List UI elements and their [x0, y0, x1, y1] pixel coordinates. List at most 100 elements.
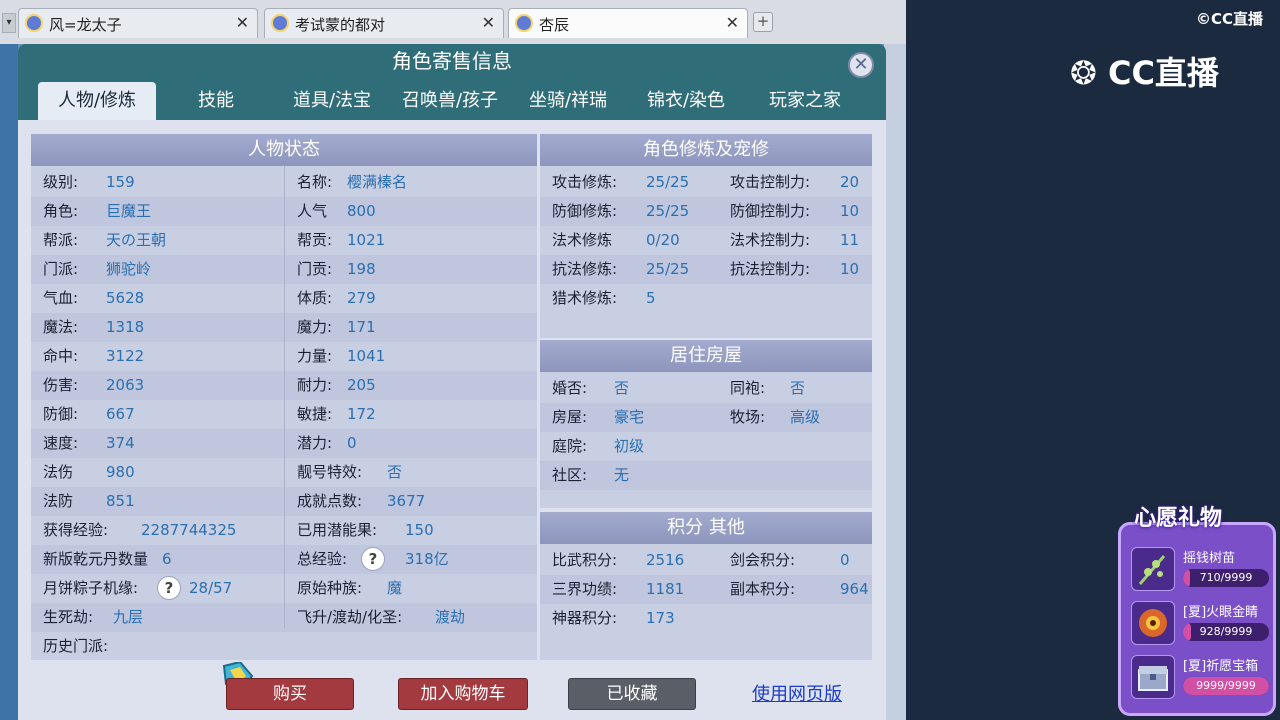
new-tab-icon[interactable]: + [753, 12, 773, 32]
panel-value: 否 [790, 379, 806, 397]
status-label: 魔法: [43, 318, 79, 336]
tab-character[interactable]: 人物/修炼 [38, 82, 156, 120]
panel-value: 20 [840, 173, 860, 191]
close-icon[interactable]: ✕ [848, 52, 874, 78]
add-to-cart-button[interactable]: 加入购物车 [398, 678, 528, 710]
status-row-right: 敏捷: 172 [285, 400, 537, 428]
panel-label: 抗法修炼: [552, 260, 618, 278]
wish-gift-widget: 摇钱树苗 710/9999 [夏]火眼金睛 928/9999 [夏]祈愿宝箱 9… [1116, 500, 1278, 716]
panel-label: 庭院: [552, 437, 588, 455]
browser-tab-title: 考试蒙的都对 [295, 16, 386, 34]
status-value: 3677 [387, 492, 426, 510]
status-label: 历史门派: [43, 637, 109, 655]
status-row-left: 防御: 667 [31, 400, 283, 428]
panel-value: 25/25 [646, 202, 690, 220]
browser-tab[interactable]: 风=龙太子 ✕ [18, 8, 258, 38]
tab-outfits[interactable]: 锦衣/染色 [628, 82, 744, 120]
status-value: 巨魔王 [106, 202, 152, 220]
tab-scroll-left-icon[interactable]: ▾ [2, 13, 16, 33]
panel-row: 三界功绩: 1181 副本积分: 964 [540, 575, 872, 603]
panel-value: 0 [840, 551, 850, 569]
status-row-right: 已用潜能果: 150 [285, 516, 537, 544]
panel-value: 否 [614, 379, 630, 397]
status-value: 九层 [113, 608, 144, 626]
status-value: 1318 [106, 318, 145, 336]
panel-label: 房屋: [552, 408, 588, 426]
panel-label: 防御修炼: [552, 202, 618, 220]
panel-row: 猎术修炼: 5 [540, 284, 872, 312]
web-version-link[interactable]: 使用网页版 [752, 680, 842, 706]
gift-item[interactable]: 摇钱树苗 710/9999 [1131, 545, 1271, 595]
close-tab-icon[interactable]: ✕ [236, 13, 249, 32]
panel-label: 同袍: [730, 379, 766, 397]
status-label: 获得经验: [43, 521, 109, 539]
status-row-right: 名称: 樱满榛名 [285, 168, 537, 196]
status-row-right: 飞升/渡劫/化圣: 渡劫 [285, 603, 537, 631]
panel-label: 法术控制力: [730, 231, 811, 249]
status-value: 980 [106, 463, 135, 481]
gift-progress: 710/9999 [1183, 569, 1269, 587]
gift-item[interactable]: [夏]祈愿宝箱 9999/9999 [1131, 653, 1271, 703]
panel-row: 比武积分: 2516 剑会积分: 0 [540, 546, 872, 574]
status-row-left: 月饼粽子机缘:? 28/57 [31, 574, 283, 602]
status-value: 28/57 [189, 579, 233, 597]
tab-skills[interactable]: 技能 [158, 82, 274, 120]
panel-row: 法术修炼 0/20 法术控制力: 11 [540, 226, 872, 254]
house-panel: 居住房屋 婚否: 否 同袍: 否房屋: 豪宅 牧场: 高级 庭院: 初级 社区: 无 [540, 340, 872, 508]
cultivation-panel-title: 角色修炼及宠修 [540, 134, 872, 166]
status-label: 伤害: [43, 376, 79, 394]
panel-label: 防御控制力: [730, 202, 811, 220]
status-label: 已用潜能果: [297, 521, 378, 539]
help-icon[interactable]: ? [361, 547, 385, 571]
status-label: 靓号特效: [297, 463, 363, 481]
panel-row: 抗法修炼: 25/25 抗法控制力: 10 [540, 255, 872, 283]
gift-item[interactable]: [夏]火眼金睛 928/9999 [1131, 599, 1271, 649]
status-value: 172 [347, 405, 376, 423]
status-row-left: 魔法: 1318 [31, 313, 283, 341]
browser-tab[interactable]: 考试蒙的都对 ✕ [264, 8, 504, 38]
browser-tab-title: 杏辰 [539, 16, 570, 34]
gift-count: 9999/9999 [1196, 679, 1256, 692]
game-background-right [884, 44, 906, 720]
status-row-left: 法伤 980 [31, 458, 283, 486]
house-panel-title: 居住房屋 [540, 340, 872, 372]
tab-pets[interactable]: 召唤兽/孩子 [392, 82, 508, 120]
close-tab-icon[interactable]: ✕ [726, 13, 739, 32]
status-value: 5628 [106, 289, 145, 307]
status-label: 法防 [43, 492, 74, 510]
status-value: 374 [106, 434, 135, 452]
panel-label: 三界功绩: [552, 580, 618, 598]
status-row-left: 历史门派: [31, 632, 283, 660]
favorited-button[interactable]: 已收藏 [568, 678, 696, 710]
status-value: 279 [347, 289, 376, 307]
panel-value: 10 [840, 260, 860, 278]
status-row-left: 生死劫: 九层 [31, 603, 283, 631]
status-label: 速度: [43, 434, 79, 452]
status-value: 狮驼岭 [106, 260, 152, 278]
status-value: 800 [347, 202, 376, 220]
tab-items[interactable]: 道具/法宝 [274, 82, 390, 120]
panel-value: 11 [840, 231, 860, 249]
status-label: 气血: [43, 289, 79, 307]
status-label: 敏捷: [297, 405, 333, 423]
status-row-right: 帮贡: 1021 [285, 226, 537, 254]
status-value: 3122 [106, 347, 145, 365]
status-label: 总经验: [297, 550, 348, 568]
status-row-right: 门贡: 198 [285, 255, 537, 283]
panel-label: 猎术修炼: [552, 289, 618, 307]
status-label: 生死劫: [43, 608, 94, 626]
panel-row: 神器积分: 173 [540, 604, 872, 632]
browser-tab-active[interactable]: 杏辰 ✕ [508, 8, 748, 38]
help-icon[interactable]: ? [157, 576, 181, 600]
status-row-right: 力量: 1041 [285, 342, 537, 370]
tab-mounts[interactable]: 坐骑/祥瑞 [510, 82, 626, 120]
tab-player-home[interactable]: 玩家之家 [746, 82, 864, 120]
dialog-title: 角色寄售信息 [392, 49, 512, 73]
close-tab-icon[interactable]: ✕ [482, 13, 495, 32]
status-row-left: 门派: 狮驼岭 [31, 255, 283, 283]
money-tree-icon [1131, 547, 1175, 591]
buy-button[interactable]: 购买 [226, 678, 354, 710]
game-favicon-icon [271, 14, 289, 32]
status-label: 力量: [297, 347, 333, 365]
panel-row: 攻击修炼: 25/25 攻击控制力: 20 [540, 168, 872, 196]
